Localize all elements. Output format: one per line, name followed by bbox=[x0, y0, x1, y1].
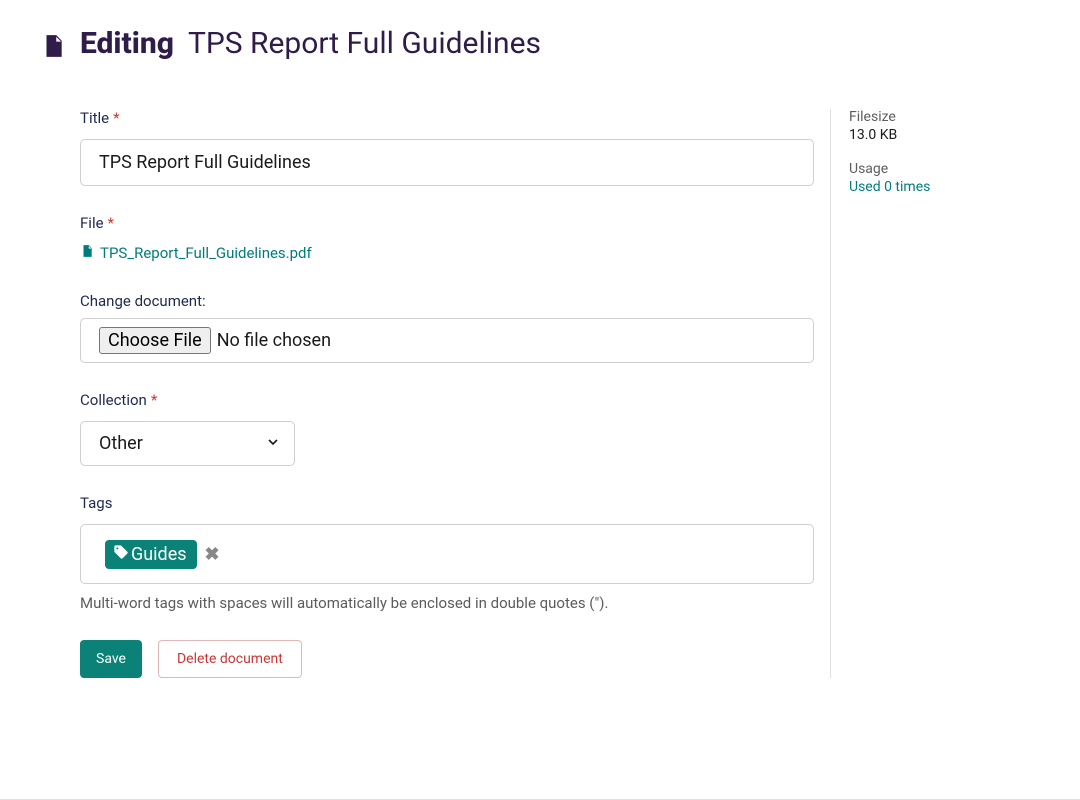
filesize-label: Filesize bbox=[849, 109, 1040, 125]
sidebar: Filesize 13.0 KB Usage Used 0 times bbox=[830, 109, 1040, 678]
field-title: Title* bbox=[80, 109, 814, 186]
collection-label: Collection* bbox=[80, 391, 814, 409]
tags-label: Tags bbox=[80, 494, 814, 512]
page-title: Editing TPS Report Full Guidelines bbox=[80, 26, 541, 61]
no-file-text: No file chosen bbox=[217, 330, 331, 351]
field-file: File* TPS_Report_Full_Guidelines.pdf Cha… bbox=[80, 214, 814, 363]
file-chooser[interactable]: Choose File No file chosen bbox=[80, 318, 814, 363]
tags-help-text: Multi-word tags with spaces will automat… bbox=[80, 594, 814, 612]
title-label: Title* bbox=[80, 109, 814, 127]
document-icon bbox=[40, 29, 66, 59]
current-file-name: TPS_Report_Full_Guidelines.pdf bbox=[100, 244, 312, 262]
delete-document-button[interactable]: Delete document bbox=[158, 640, 302, 678]
file-icon bbox=[80, 244, 94, 262]
current-file-link[interactable]: TPS_Report_Full_Guidelines.pdf bbox=[80, 244, 312, 262]
required-marker: * bbox=[113, 109, 119, 127]
field-collection: Collection* Other bbox=[80, 391, 814, 466]
required-marker: * bbox=[151, 391, 157, 409]
tag-icon bbox=[113, 544, 129, 565]
page-header: Editing TPS Report Full Guidelines bbox=[40, 26, 1040, 61]
filesize-value: 13.0 KB bbox=[849, 127, 1040, 143]
file-label: File* bbox=[80, 214, 814, 232]
form-actions: Save Delete document bbox=[80, 640, 814, 678]
tag-label: Guides bbox=[131, 544, 187, 565]
collection-select[interactable]: Other bbox=[80, 421, 295, 466]
tags-input[interactable]: Guides ✖ bbox=[80, 524, 814, 584]
required-marker: * bbox=[108, 214, 114, 232]
page-title-name: TPS Report Full Guidelines bbox=[188, 26, 541, 61]
save-button[interactable]: Save bbox=[80, 640, 142, 678]
tag-remove-icon[interactable]: ✖ bbox=[203, 544, 222, 565]
usage-link[interactable]: Used 0 times bbox=[849, 179, 1040, 195]
title-input[interactable] bbox=[80, 139, 814, 186]
usage-label: Usage bbox=[849, 161, 1040, 177]
page-title-prefix: Editing bbox=[80, 26, 174, 61]
change-document-label: Change document: bbox=[80, 292, 814, 310]
choose-file-button[interactable]: Choose File bbox=[99, 327, 211, 354]
tag-pill[interactable]: Guides bbox=[105, 540, 197, 569]
field-tags: Tags Guides ✖ Multi-word tags with space… bbox=[80, 494, 814, 612]
